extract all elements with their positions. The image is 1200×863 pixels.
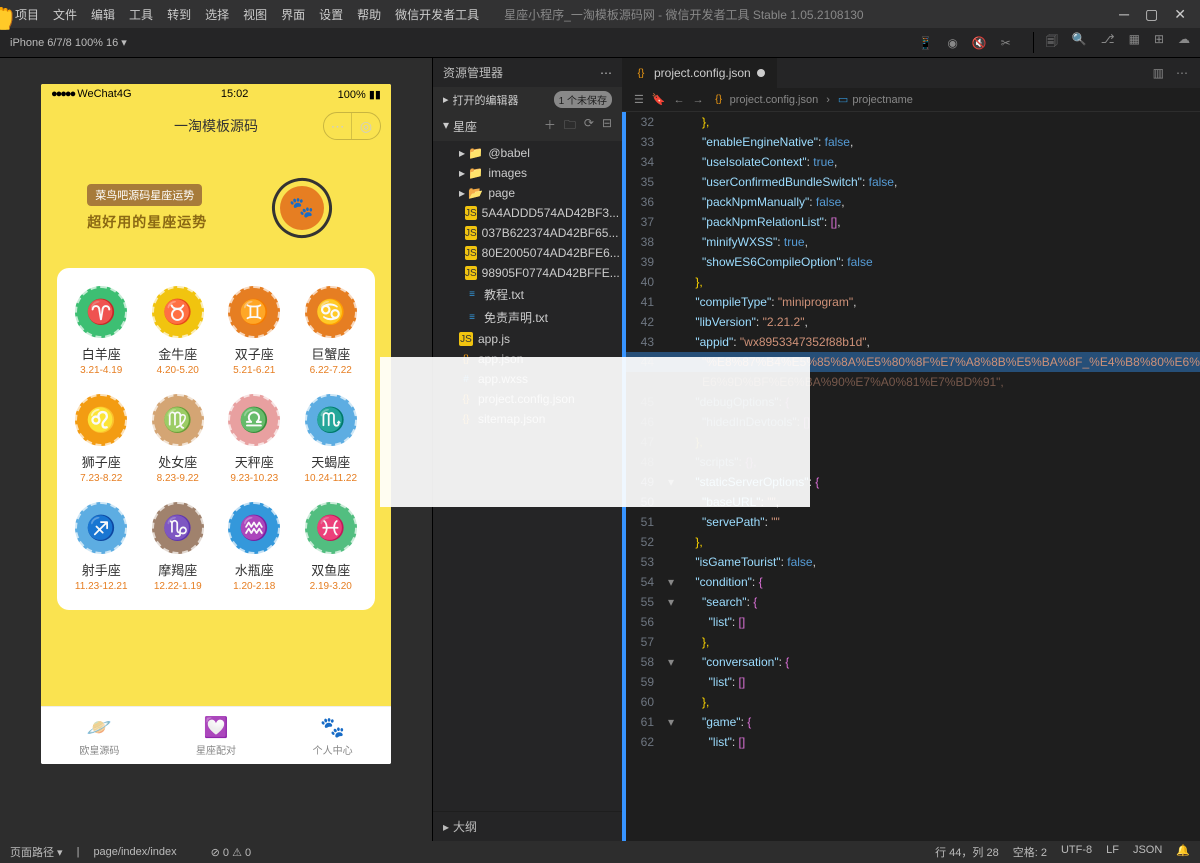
grid-icon[interactable]: ⊞ xyxy=(1154,32,1164,53)
problems-status[interactable]: ⊘ 0 ⚠ 0 xyxy=(211,846,251,859)
menu-工具[interactable]: 工具 xyxy=(122,4,160,25)
eol-status[interactable]: LF xyxy=(1106,844,1119,860)
unsaved-badge: 1 个未保存 xyxy=(554,91,612,108)
json-icon: {} xyxy=(634,66,648,80)
minimize-icon[interactable]: ─ xyxy=(1119,6,1129,23)
encoding-status[interactable]: UTF-8 xyxy=(1061,844,1092,860)
zodiac-item[interactable]: ♎天秤座9.23-10.23 xyxy=(218,394,291,484)
cut-icon[interactable]: ✂ xyxy=(1001,36,1011,50)
close-icon[interactable]: ✕ xyxy=(1174,6,1186,23)
tab-item[interactable]: 💟星座配对 xyxy=(158,707,275,764)
overlay xyxy=(380,357,810,507)
search-icon[interactable]: 🔍 xyxy=(1072,32,1087,53)
window-title: 星座小程序_一淘模板源码网 - 微信开发者工具 Stable 1.05.2108… xyxy=(504,6,863,23)
bookmark-icon[interactable]: 🔖 xyxy=(652,93,666,106)
capsule-button[interactable]: ⋯◎ xyxy=(323,112,381,140)
tree-item[interactable]: JS037B622374AD42BF65... xyxy=(433,223,622,243)
menu-微信开发者工具[interactable]: 微信开发者工具 xyxy=(388,4,486,25)
banner-button[interactable]: 菜鸟吧源码星座运势 xyxy=(87,184,202,206)
split-icon[interactable]: ▥ xyxy=(1153,66,1164,80)
new-folder-icon[interactable]: 🗀 xyxy=(564,116,576,137)
tree-item[interactable]: JS80E2005074AD42BFE6... xyxy=(433,243,622,263)
statusbar: 页面路径 ▾ | page/index/index ⊘ 0 ⚠ 0 行 44，列… xyxy=(0,841,1200,863)
tab-item[interactable]: 🐾个人中心 xyxy=(274,707,391,764)
banner-subtitle: 超好用的星座运势 xyxy=(87,212,207,232)
simulator-panel: ●●●●● WeChat4G 15:02 100% ▮▮ 一淘模板源码 ⋯◎ 菜… xyxy=(0,58,432,841)
tree-item[interactable]: ≡免责声明.txt xyxy=(433,306,622,329)
zodiac-item[interactable]: ♏天蝎座10.24-11.22 xyxy=(295,394,368,484)
more-icon[interactable]: ⋯ xyxy=(600,66,612,80)
zodiac-item[interactable]: ♈白羊座3.21-4.19 xyxy=(65,286,138,376)
open-editors-label[interactable]: 打开的编辑器 xyxy=(453,92,519,108)
refresh-icon[interactable]: ⟳ xyxy=(584,116,594,137)
more-icon[interactable]: ⋯ xyxy=(1176,66,1188,80)
editor-tab[interactable]: {} project.config.json xyxy=(622,58,778,88)
battery-label: 100% xyxy=(338,89,366,101)
carrier-label: WeChat4G xyxy=(77,88,131,100)
phone-icon[interactable]: 📱 xyxy=(918,36,933,50)
zodiac-item[interactable]: ♉金牛座4.20-5.20 xyxy=(142,286,215,376)
tab-filename: project.config.json xyxy=(654,66,751,80)
tree-item[interactable]: ▸ 📁images xyxy=(433,163,622,183)
tree-item[interactable]: ▸ 📁@babel xyxy=(433,143,622,163)
extensions-icon[interactable]: ▦ xyxy=(1129,32,1140,53)
tab-item[interactable]: 🪐欧皇源码 xyxy=(41,707,158,764)
project-root[interactable]: 星座 xyxy=(453,118,477,135)
cursor-position[interactable]: 行 44，列 28 xyxy=(935,844,999,860)
menu-编辑[interactable]: 编辑 xyxy=(84,4,122,25)
forward-icon[interactable]: → xyxy=(693,94,704,106)
tree-item[interactable]: ▸ 📂page xyxy=(433,183,622,203)
menu-转到[interactable]: 转到 xyxy=(160,4,198,25)
back-icon[interactable]: ← xyxy=(674,94,685,106)
zodiac-item[interactable]: ♊双子座5.21-6.21 xyxy=(218,286,291,376)
page-path-label[interactable]: 页面路径 ▾ xyxy=(10,844,63,860)
record-icon[interactable]: ◉ xyxy=(947,36,957,50)
new-file-icon[interactable]: ＋ xyxy=(544,116,556,137)
zodiac-item[interactable]: ♒水瓶座1.20-2.18 xyxy=(218,502,291,592)
menu-文件[interactable]: 文件 xyxy=(46,4,84,25)
menu-选择[interactable]: 选择 xyxy=(198,4,236,25)
cloud-icon[interactable]: ☁ xyxy=(1178,32,1190,53)
collapse-icon[interactable]: ⊟ xyxy=(602,116,612,137)
menu-界面[interactable]: 界面 xyxy=(274,4,312,25)
zodiac-item[interactable]: ♋巨蟹座6.22-7.22 xyxy=(295,286,368,376)
menu-视图[interactable]: 视图 xyxy=(236,4,274,25)
tree-item[interactable]: JSapp.js xyxy=(433,329,622,349)
outline-label[interactable]: 大纲 xyxy=(453,818,477,835)
modified-dot xyxy=(757,69,765,77)
zodiac-item[interactable]: ♓双鱼座2.19-3.20 xyxy=(295,502,368,592)
zodiac-item[interactable]: ♍处女座8.23-9.22 xyxy=(142,394,215,484)
files-icon[interactable]: 🗐 xyxy=(1046,32,1058,53)
zodiac-item[interactable]: ♐射手座11.23-12.21 xyxy=(65,502,138,592)
zodiac-item[interactable]: ♑摩羯座12.22-1.19 xyxy=(142,502,215,592)
zodiac-item[interactable]: ♌狮子座7.23-8.22 xyxy=(65,394,138,484)
menu-帮助[interactable]: 帮助 xyxy=(350,4,388,25)
phone-time: 15:02 xyxy=(221,88,249,100)
language-status[interactable]: JSON xyxy=(1133,844,1162,860)
app-title: 一淘模板源码 xyxy=(174,116,258,136)
titlebar: 项目文件编辑工具转到选择视图界面设置帮助微信开发者工具 星座小程序_一淘模板源码… xyxy=(0,0,1200,28)
list-icon[interactable]: ☰ xyxy=(634,93,644,106)
explorer-title: 资源管理器 xyxy=(443,64,503,81)
page-path[interactable]: page/index/index xyxy=(93,846,176,858)
indent-status[interactable]: 空格: 2 xyxy=(1013,844,1047,860)
tree-item[interactable]: ≡教程.txt xyxy=(433,283,622,306)
phone-tabbar: 🪐欧皇源码💟星座配对🐾个人中心 xyxy=(41,706,391,764)
tree-item[interactable]: JS5A4ADDD574AD42BF3... xyxy=(433,203,622,223)
bell-icon[interactable]: 🔔 xyxy=(1176,844,1190,860)
menu-设置[interactable]: 设置 xyxy=(312,4,350,25)
toolbar: iPhone 6/7/8 100% 16 ▾ 📱 ◉ 🔇 ✂ 🗐 🔍 ⎇ ▦ ⊞… xyxy=(0,28,1200,58)
branch-icon[interactable]: ⎇ xyxy=(1101,32,1115,53)
mute-icon[interactable]: 🔇 xyxy=(972,36,987,50)
phone-simulator: ●●●●● WeChat4G 15:02 100% ▮▮ 一淘模板源码 ⋯◎ 菜… xyxy=(41,84,391,764)
device-selector[interactable]: iPhone 6/7/8 100% 16 ▾ xyxy=(0,36,137,49)
banner-illustration: 🐾 xyxy=(260,166,345,251)
tree-item[interactable]: JS98905F0774AD42BFFE... xyxy=(433,263,622,283)
maximize-icon[interactable]: ▢ xyxy=(1145,6,1158,23)
zodiac-grid: ♈白羊座3.21-4.19♉金牛座4.20-5.20♊双子座5.21-6.21♋… xyxy=(57,268,375,610)
breadcrumb[interactable]: ☰ 🔖 ← → {}project.config.json › ▭project… xyxy=(622,88,1200,112)
